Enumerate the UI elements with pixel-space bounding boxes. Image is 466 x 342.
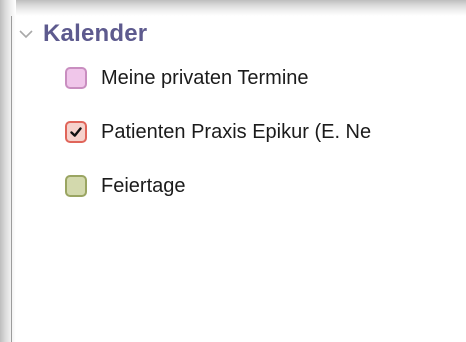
section-title: Kalender	[43, 20, 148, 47]
calendar-section-header[interactable]: Kalender	[18, 18, 147, 50]
chevron-down-icon[interactable]	[18, 26, 34, 42]
checkmark-icon	[70, 127, 82, 137]
calendar-item-private[interactable]: Meine privaten Termine	[65, 64, 309, 92]
calendar-checkbox[interactable]	[65, 175, 87, 197]
calendar-label: Feiertage	[101, 175, 186, 197]
left-shadow	[0, 0, 16, 342]
calendar-label: Patienten Praxis Epikur (E. Ne	[101, 121, 372, 143]
left-border	[11, 16, 12, 342]
calendar-label: Meine privaten Termine	[101, 67, 309, 89]
top-shadow	[0, 0, 466, 16]
calendar-panel: Kalender Meine privaten Termine Patiente…	[0, 0, 466, 342]
calendar-checkbox[interactable]	[65, 67, 87, 89]
calendar-item-patients[interactable]: Patienten Praxis Epikur (E. Ne	[65, 118, 371, 146]
calendar-checkbox[interactable]	[65, 121, 87, 143]
calendar-item-holidays[interactable]: Feiertage	[65, 172, 186, 200]
